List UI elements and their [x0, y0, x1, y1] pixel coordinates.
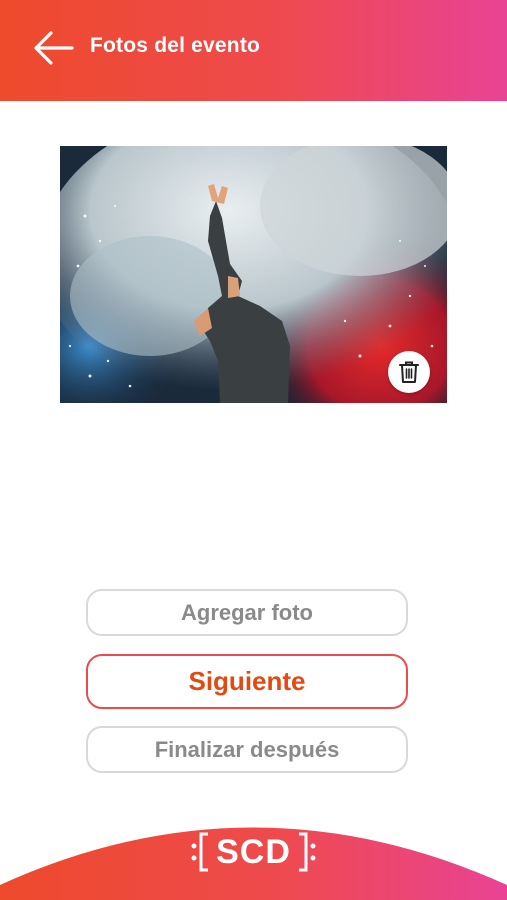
- add-photo-button[interactable]: Agregar foto: [86, 589, 408, 636]
- back-button[interactable]: [30, 26, 76, 70]
- arrow-left-icon: [34, 31, 74, 65]
- logo-bracket-right-icon: [298, 832, 316, 872]
- brand-logo: SCD: [0, 822, 507, 882]
- next-button[interactable]: Siguiente: [86, 654, 408, 709]
- logo-bracket-left-icon: [191, 832, 209, 872]
- delete-photo-button[interactable]: [388, 351, 430, 393]
- trash-icon: [399, 361, 419, 383]
- page-title: Fotos del evento: [90, 34, 261, 57]
- app-header: Fotos del evento: [0, 0, 507, 101]
- finish-later-button[interactable]: Finalizar después: [86, 726, 408, 773]
- logo-text: SCD: [216, 832, 291, 871]
